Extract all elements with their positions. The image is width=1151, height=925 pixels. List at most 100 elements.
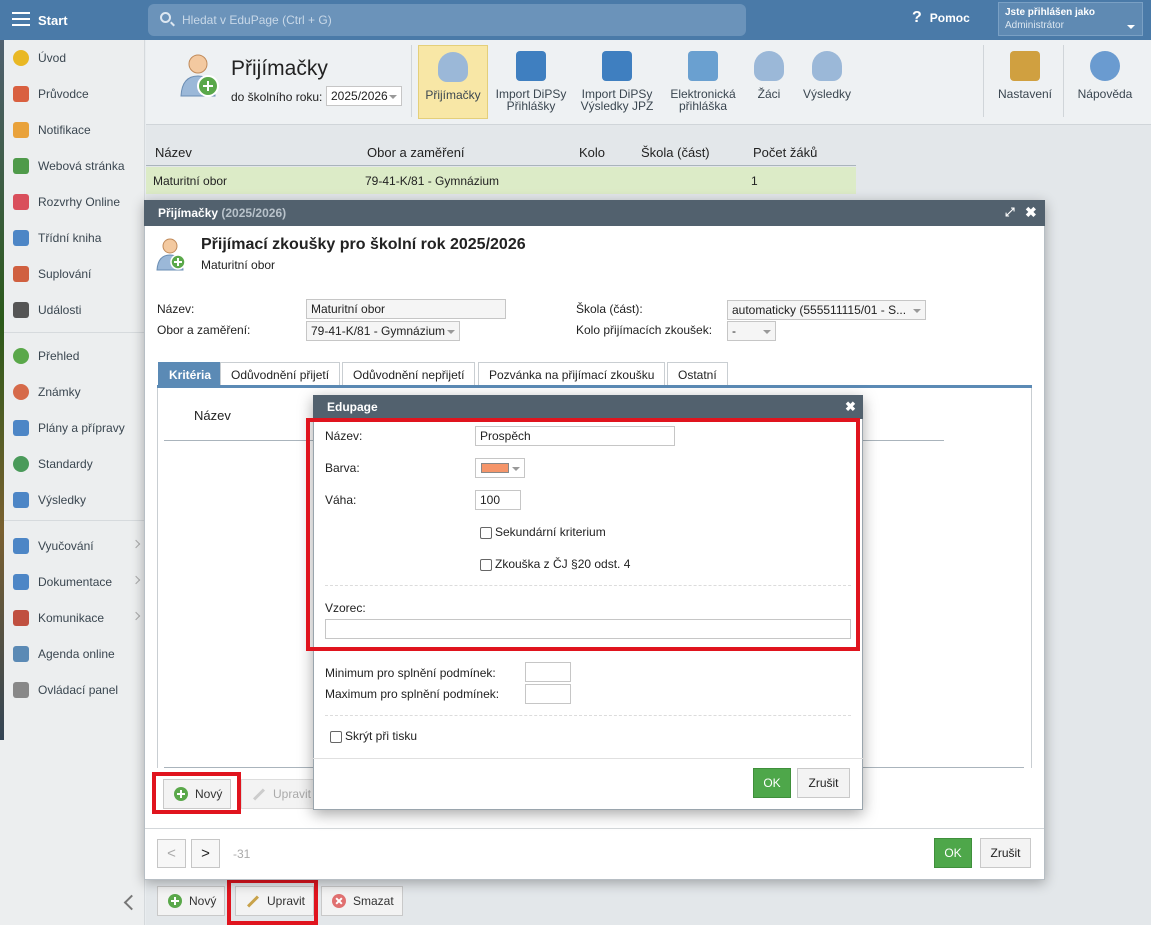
divider [325,715,851,716]
sidebar-item-grades[interactable]: Známky [4,374,145,410]
tab-other[interactable]: Ostatní [667,362,728,386]
chevron-down-icon [389,95,397,103]
max-field[interactable] [525,684,571,704]
close-icon[interactable]: ✖ [845,399,856,415]
toolbar-results-button[interactable]: Výsledky [796,45,858,119]
new-button[interactable]: Nový [157,886,226,916]
toolbar-students-button[interactable]: Žáci [744,45,794,119]
ok-button[interactable]: OK [934,838,972,868]
sidebar-item-label: Vyučování [38,539,94,553]
school-value: automaticky (555511115/01 - S... [732,303,907,317]
start-link[interactable]: Start [0,0,145,40]
criterion-cancel-button[interactable]: Zrušit [797,768,850,798]
sidebar-item-communication[interactable]: Komunikace [4,600,145,636]
sidebar-item-label: Výsledky [38,493,87,507]
sidebar-divider [4,520,145,521]
field-select[interactable]: 79-41-K/81 - Gymnázium [306,321,460,341]
cell-count: 1 [751,174,758,188]
year-select[interactable]: 2025/2026 [326,86,402,106]
col-count[interactable]: Počet žáků [753,145,817,160]
cell-field: 79-41-K/81 - Gymnázium [365,174,500,188]
sidebar-item-notification[interactable]: Notifikace [4,112,145,148]
tab-criteria[interactable]: Kritéria [158,362,223,386]
next-button[interactable]: > [191,839,220,868]
sidebar-item-documents[interactable]: Dokumentace [4,564,145,600]
round-label: Kolo přijímacích zkoušek: [576,323,713,337]
criteria-edit-button[interactable]: Upravit [241,779,321,809]
search-icon [160,12,171,23]
import-results-icon [602,51,632,81]
toolbar-help-button[interactable]: Nápověda [1072,45,1138,119]
sidebar-item-star[interactable]: Úvod [4,40,145,76]
settings-icon [1010,51,1040,81]
sidebar-item-plans[interactable]: Plány a přípravy [4,410,145,446]
field-value: 79-41-K/81 - Gymnázium [311,324,446,338]
col-field[interactable]: Obor a zaměření [367,145,465,160]
admissions-icon [438,52,468,82]
col-round[interactable]: Kolo [579,145,605,160]
sidebar-item-control-panel[interactable]: Ovládací panel [4,672,145,708]
toolbar-import-applications-button[interactable]: Import DiPSy Přihlášky [492,45,570,119]
toolbar-admissions-button[interactable]: Přijímačky [418,45,488,119]
sidebar-item-substitution[interactable]: Suplování [4,256,145,292]
sidebar-item-standards[interactable]: Standardy [4,446,145,482]
criterion-ok-button[interactable]: OK [753,768,791,798]
sidebar-item-timetable[interactable]: Rozvrhy Online [4,184,145,220]
criterion-dialog-title: Edupage [327,400,378,414]
sidebar-item-web[interactable]: Webová stránka [4,148,145,184]
collapse-sidebar-icon[interactable] [122,895,136,909]
help-button[interactable]: ? Pomoc [912,9,970,27]
delete-icon [332,894,346,908]
sidebar-item-label: Přehled [38,349,80,363]
dialog-title-year: (2025/2026) [221,206,287,220]
tab-exam-invitation[interactable]: Pozvánka na přijímací zkoušku [478,362,666,386]
criteria-col-name[interactable]: Název [194,408,231,423]
user-role: Administrátor [1005,20,1064,31]
school-select[interactable]: automaticky (555511115/01 - S... [727,300,926,320]
tab-rejection-reason[interactable]: Odůvodnění nepřijetí [342,362,476,386]
cancel-button[interactable]: Zrušit [980,838,1031,868]
sidebar-item-label: Suplování [38,267,92,281]
sidebar-item-results[interactable]: Výsledky [4,482,145,518]
sidebar-item-agenda[interactable]: Agenda online [4,636,145,672]
toolbar-button-label: Výsledky [802,87,852,101]
sidebar-item-label: Třídní kniha [38,231,102,245]
sidebar-item-classbook[interactable]: Třídní kniha [4,220,145,256]
start-label: Start [38,12,68,28]
plans-icon [13,420,29,436]
chevron-down-icon [913,309,921,317]
pencil-icon [252,787,266,801]
sidebar-item-label: Standardy [38,457,93,471]
table-row[interactable]: Maturitní obor 79-41-K/81 - Gymnázium 1 [146,167,856,194]
col-name[interactable]: Název [155,145,192,160]
toolbar-import-results-button[interactable]: Import DiPSy Výsledky JPZ [578,45,656,119]
sidebar-item-events[interactable]: Události [4,292,145,328]
toolbar-settings-button[interactable]: Nastavení [994,45,1056,119]
sidebar-item-overview[interactable]: Přehled [4,338,145,374]
close-icon[interactable]: ✖ [1025,204,1037,221]
toolbar-button-label: Přijímačky [425,88,481,102]
tab-acceptance-reason[interactable]: Odůvodnění přijetí [220,362,341,386]
delete-button[interactable]: Smazat [321,886,403,916]
round-select[interactable]: - [727,321,776,341]
help-icon [1090,51,1120,81]
overview-icon [13,348,29,364]
sidebar-item-label: Rozvrhy Online [38,195,121,209]
sidebar-item-guide[interactable]: Průvodce [4,76,145,112]
documents-icon [13,574,29,590]
user-menu[interactable]: Jste přihlášen jako Administrátor [998,2,1143,36]
col-school[interactable]: Škola (část) [641,145,710,160]
criteria-edit-label: Upravit [273,787,312,801]
year-value: 2025/2026 [331,89,388,103]
sidebar-item-label: Agenda online [38,647,115,661]
sidebar-item-teaching[interactable]: Vyučování [4,528,145,564]
name-field[interactable]: Maturitní obor [306,299,506,319]
toolbar-e-application-button[interactable]: Elektronická přihláška [664,45,742,119]
maximize-icon[interactable]: ⤢ [1005,205,1015,220]
search-input[interactable]: Hledat v EduPage (Ctrl + G) [148,4,746,36]
min-field[interactable] [525,662,571,682]
hide-print-label: Skrýt při tisku [345,729,418,743]
page-info: -31 [233,847,251,861]
hide-print-checkbox[interactable] [330,731,342,743]
prev-button[interactable]: < [157,839,186,868]
